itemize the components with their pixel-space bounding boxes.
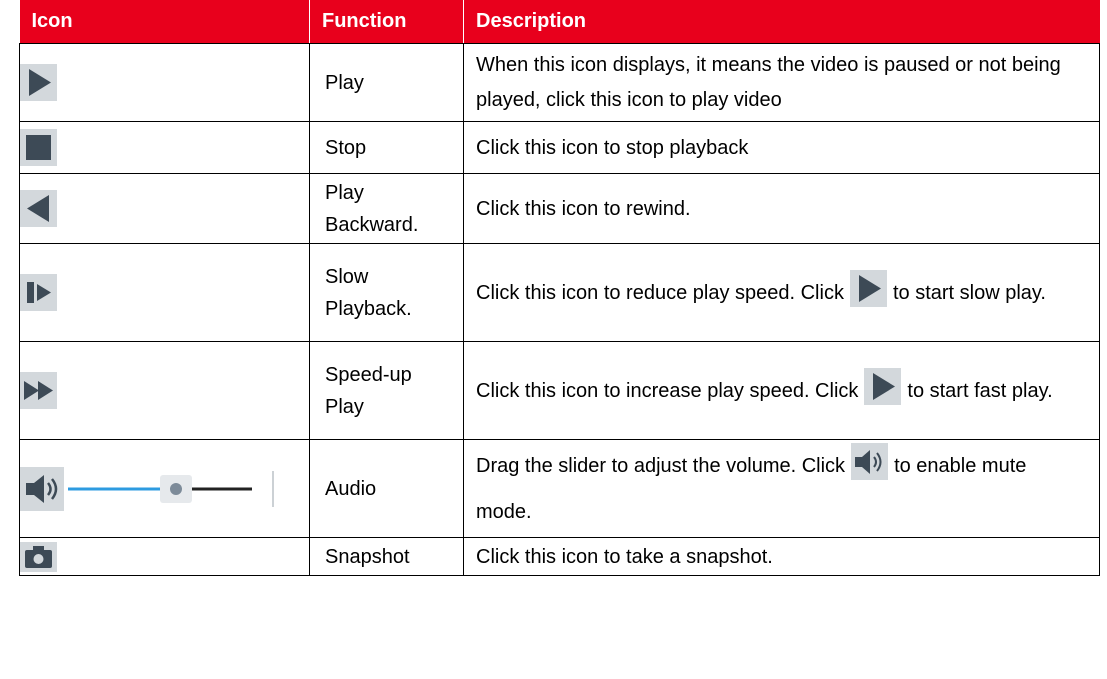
- icon-cell: [19, 537, 310, 576]
- function-cell: Slow Playback.: [309, 243, 464, 342]
- description-cell: Click this icon to stop playback: [463, 121, 1100, 174]
- table-row: Speed-up Play Click this icon to increas…: [19, 341, 1100, 440]
- stop-icon[interactable]: [20, 129, 57, 166]
- description-text-before: Click this icon to increase play speed. …: [476, 379, 859, 402]
- header-description: Description: [463, 0, 1100, 44]
- header-icon: Icon: [19, 0, 310, 44]
- description-text-before: Drag the slider to adjust the volume. Cl…: [476, 454, 846, 477]
- description-cell: Click this icon to increase play speed. …: [463, 341, 1100, 440]
- function-cell: Snapshot: [309, 537, 464, 576]
- play-backward-icon[interactable]: [20, 190, 57, 227]
- table-row: Play When this icon displays, it means t…: [19, 43, 1100, 122]
- icon-cell: [19, 439, 310, 538]
- speed-up-icon[interactable]: [20, 372, 57, 409]
- table-row: Play Backward. Click this icon to rewind…: [19, 173, 1100, 244]
- icon-function-table: Icon Function Description Play When this…: [19, 0, 1100, 576]
- description-text-after: to start slow play.: [892, 281, 1046, 304]
- icon-cell: [19, 121, 310, 174]
- description-cell: Click this icon to rewind.: [463, 173, 1100, 244]
- camera-icon[interactable]: [20, 542, 57, 573]
- icon-cell: [19, 243, 310, 342]
- description-cell: Click this icon to reduce play speed. Cl…: [463, 243, 1100, 342]
- play-icon[interactable]: [20, 64, 57, 101]
- function-cell: Speed-up Play: [309, 341, 464, 440]
- description-cell: Click this icon to take a snapshot.: [463, 537, 1100, 576]
- description-cell: Drag the slider to adjust the volume. Cl…: [463, 439, 1100, 538]
- audio-volume-slider-icon[interactable]: [20, 466, 276, 511]
- speaker-icon: [851, 442, 889, 480]
- function-cell: Audio: [309, 439, 464, 538]
- header-function: Function: [309, 0, 464, 44]
- table-row: Slow Playback. Click this icon to reduce…: [19, 243, 1100, 342]
- function-cell: Stop: [309, 121, 464, 174]
- description-text-after: to start fast play.: [907, 379, 1053, 402]
- function-cell: Play Backward.: [309, 173, 464, 244]
- icon-cell: [19, 341, 310, 440]
- description-text-before: Click this icon to reduce play speed. Cl…: [476, 281, 844, 304]
- table-header-row: Icon Function Description: [19, 0, 1100, 44]
- slow-playback-icon[interactable]: [20, 274, 57, 311]
- description-cell: When this icon displays, it means the vi…: [463, 43, 1100, 122]
- icon-cell: [19, 173, 310, 244]
- table-row: Snapshot Click this icon to take a snaps…: [19, 537, 1100, 576]
- play-icon: [849, 269, 887, 307]
- play-icon: [864, 367, 902, 405]
- table-row: Audio Drag the slider to adjust the volu…: [19, 439, 1100, 538]
- function-cell: Play: [309, 43, 464, 122]
- table-row: Stop Click this icon to stop playback: [19, 121, 1100, 174]
- icon-cell: [19, 43, 310, 122]
- document-page: { "table": { "headers": ["Icon", "Functi…: [0, 0, 1107, 679]
